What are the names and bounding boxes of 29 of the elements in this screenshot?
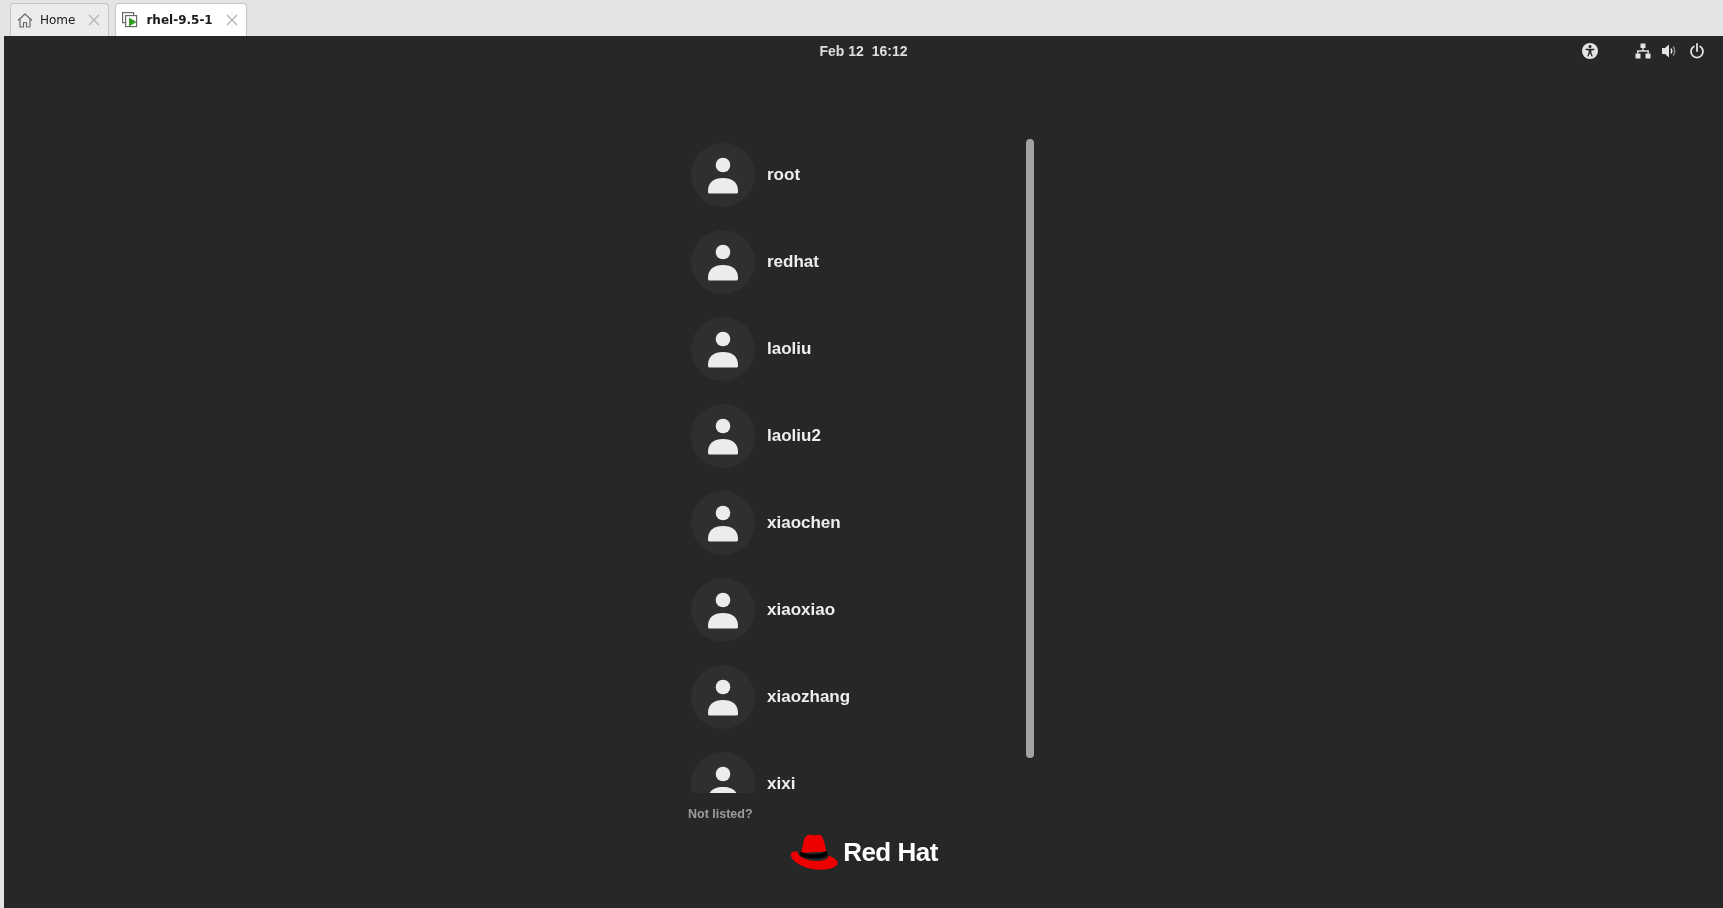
person-avatar-icon: [691, 665, 755, 729]
user-list-item[interactable]: xixi: [691, 752, 796, 793]
volume-icon[interactable]: [1662, 43, 1677, 59]
person-avatar-icon: [691, 752, 755, 793]
user-list-item[interactable]: root: [691, 143, 801, 207]
browser-tab[interactable]: rhel-9.5-1: [115, 3, 247, 36]
hat-icon: [789, 833, 840, 871]
house-icon: [17, 12, 33, 28]
user-list-item[interactable]: xiaochen: [691, 491, 841, 555]
browser-tab[interactable]: Home: [10, 3, 110, 36]
user-list-item[interactable]: laoliu: [691, 317, 812, 381]
scrollbar[interactable]: [1026, 139, 1034, 758]
power-icon[interactable]: [1689, 43, 1705, 59]
user-list-item[interactable]: redhat: [691, 230, 819, 294]
person-avatar-icon: [691, 578, 755, 642]
person-avatar-icon: [691, 230, 755, 294]
network-icon[interactable]: [1635, 43, 1651, 59]
date-time-button[interactable]: Feb 12 16:12: [819, 43, 908, 59]
logo-wordmark: Red Hat: [843, 836, 938, 868]
person-avatar-icon: [691, 143, 755, 207]
person-avatar-icon: [691, 404, 755, 468]
not-listed-link[interactable]: Not listed?: [688, 807, 753, 821]
user-list-item[interactable]: xiaoxiao: [691, 578, 836, 642]
user-list-item[interactable]: xiaozhang: [691, 665, 851, 729]
person-avatar-icon: [691, 491, 755, 555]
accessibility-icon[interactable]: [1582, 43, 1598, 59]
vm-window-icon: [122, 12, 140, 28]
person-avatar-icon: [691, 317, 755, 381]
user-list-item[interactable]: laoliu2: [691, 404, 821, 468]
